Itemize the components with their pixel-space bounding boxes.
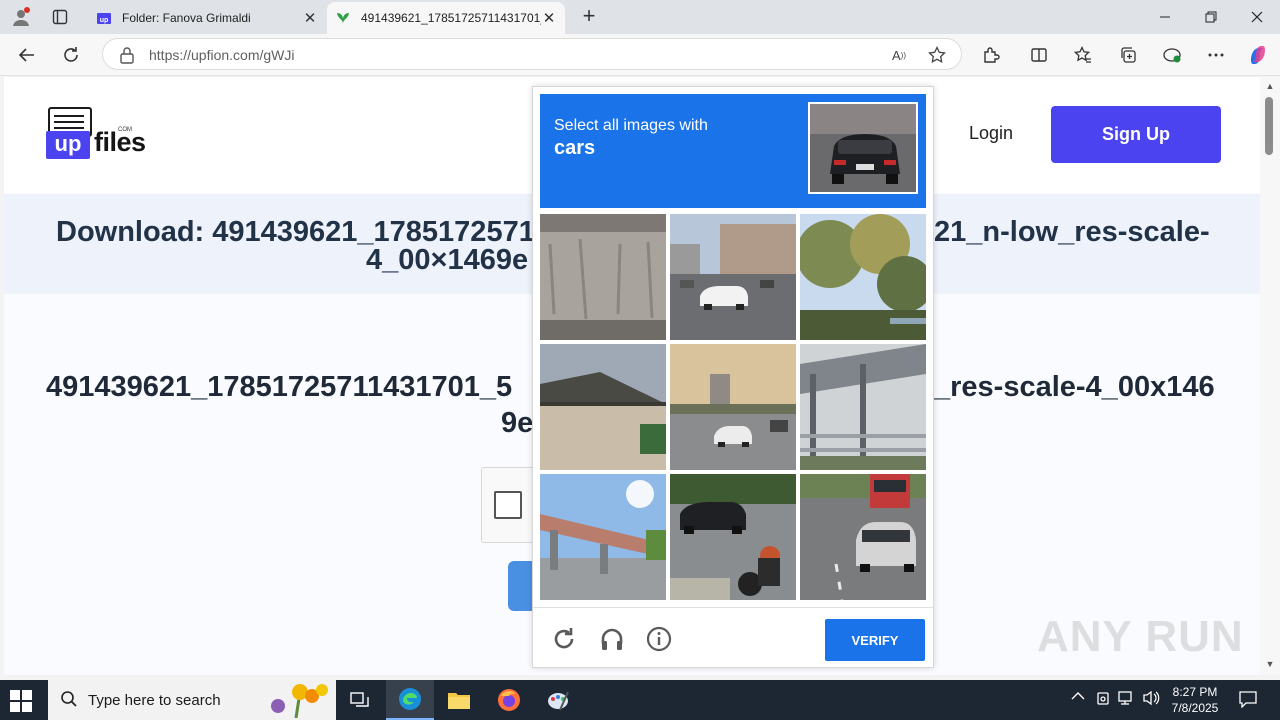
reload-icon[interactable] (551, 626, 577, 652)
download-title-line2: 4_00×1469e (366, 244, 529, 276)
clock-time: 8:27 PM (1172, 685, 1218, 699)
tab-strip: up Folder: Fanova Grimaldi ✕ 491439621_1… (0, 0, 1280, 34)
captcha-challenge: Select all images with cars VERIFY (532, 86, 934, 668)
captcha-tile[interactable] (540, 344, 666, 470)
copilot-icon[interactable] (1245, 42, 1271, 68)
flowers-decoration-icon (271, 684, 328, 718)
windows-taskbar: Type here to search 8:27 PM 7/8/2025 (0, 680, 1280, 720)
volume-icon[interactable] (1142, 690, 1160, 709)
captcha-tile[interactable] (800, 474, 926, 600)
captcha-header: Select all images with cars (540, 94, 926, 208)
file-explorer-icon[interactable] (435, 680, 483, 720)
back-arrow-icon[interactable] (14, 42, 40, 68)
login-link[interactable]: Login (969, 123, 1013, 144)
read-aloud-icon[interactable]: A)) (889, 45, 909, 65)
edge-taskbar-icon[interactable] (386, 680, 434, 720)
taskbar-search[interactable]: Type here to search (48, 680, 336, 720)
browser-toolbar: https://upfion.com/gWJi A)) (0, 34, 1280, 76)
tab-actions-icon[interactable] (47, 5, 73, 29)
tab-title: Folder: Fanova Grimaldi (122, 11, 251, 25)
more-options-icon[interactable] (1203, 42, 1229, 68)
task-view-icon[interactable] (336, 680, 384, 720)
page-scrollbar[interactable]: ▲ ▼ (1260, 77, 1280, 675)
leaf-favicon-icon (337, 13, 349, 24)
close-tab-icon[interactable]: ✕ (302, 9, 318, 27)
filename-heading-right: _res-scale-4_00x146 (934, 371, 1215, 403)
headphones-icon[interactable] (599, 626, 625, 652)
scroll-down-icon[interactable]: ▼ (1264, 659, 1276, 669)
svg-text:up: up (100, 17, 109, 24)
system-clock[interactable]: 8:27 PM 7/8/2025 (1160, 684, 1230, 716)
url-text[interactable]: https://upfion.com/gWJi (149, 47, 295, 63)
favorites-icon[interactable] (1070, 42, 1096, 68)
tab-current[interactable]: 491439621_17851725711431701_ ✕ (327, 2, 565, 34)
filename-heading-line2: 9e (501, 407, 534, 439)
captcha-tile[interactable] (670, 474, 796, 600)
captcha-tile[interactable] (800, 344, 926, 470)
logo-com: COM (118, 127, 132, 133)
verify-button[interactable]: VERIFY (825, 619, 925, 661)
network-icon[interactable] (1118, 690, 1136, 709)
captcha-tile[interactable] (800, 214, 926, 340)
lock-icon[interactable] (119, 46, 135, 64)
extensions-icon[interactable] (978, 42, 1004, 68)
captcha-target: cars (554, 137, 596, 159)
search-placeholder: Type here to search (88, 692, 221, 709)
paint-app-icon[interactable] (534, 680, 582, 720)
windows-start-icon[interactable] (10, 690, 32, 712)
upfiles-favicon-icon: up (97, 13, 111, 24)
firefox-icon[interactable] (485, 680, 533, 720)
tab-folder[interactable]: up Folder: Fanova Grimaldi ✕ (88, 2, 326, 34)
upfiles-logo[interactable]: up files COM (44, 107, 154, 163)
captcha-checkbox[interactable] (494, 491, 522, 519)
captcha-tile[interactable] (670, 344, 796, 470)
captcha-tile[interactable] (540, 474, 666, 600)
split-screen-icon[interactable] (1026, 42, 1052, 68)
restore-button[interactable] (1188, 0, 1234, 34)
minimize-button[interactable] (1142, 0, 1188, 34)
filename-heading-left: 491439621_17851725711431701_5 (46, 371, 513, 403)
favorite-star-icon[interactable] (927, 45, 947, 65)
captcha-instruction: Select all images with (554, 117, 708, 134)
close-tab-icon[interactable]: ✕ (541, 9, 557, 27)
device-icon[interactable] (1095, 690, 1111, 711)
captcha-tile[interactable] (540, 214, 666, 340)
refresh-icon[interactable] (58, 42, 84, 68)
signup-button[interactable]: Sign Up (1051, 106, 1221, 163)
address-bar[interactable]: https://upfion.com/gWJi A)) (102, 38, 962, 70)
captcha-image-grid (540, 214, 926, 600)
anyrun-watermark: ANY RUN (1037, 612, 1244, 661)
notifications-icon[interactable] (1238, 690, 1258, 711)
close-window-button[interactable] (1234, 0, 1280, 34)
collections-icon[interactable] (1115, 42, 1141, 68)
browser-essentials-icon[interactable] (1159, 42, 1185, 68)
download-title-right: 21_n-low_res-scale- (934, 216, 1210, 248)
scroll-up-icon[interactable]: ▲ (1264, 81, 1276, 91)
info-icon[interactable] (646, 626, 672, 652)
profile-icon[interactable] (8, 5, 34, 29)
new-tab-button[interactable]: + (577, 4, 601, 28)
captcha-footer: VERIFY (533, 607, 933, 667)
search-icon (61, 691, 77, 707)
scrollbar-thumb[interactable] (1265, 97, 1273, 155)
logo-badge: up (46, 131, 90, 159)
captcha-sample-image (808, 102, 918, 194)
show-hidden-icons-icon[interactable] (1071, 690, 1085, 704)
captcha-tile[interactable] (670, 214, 796, 340)
clock-date: 7/8/2025 (1171, 701, 1219, 715)
tab-title: 491439621_17851725711431701_ (361, 11, 541, 25)
